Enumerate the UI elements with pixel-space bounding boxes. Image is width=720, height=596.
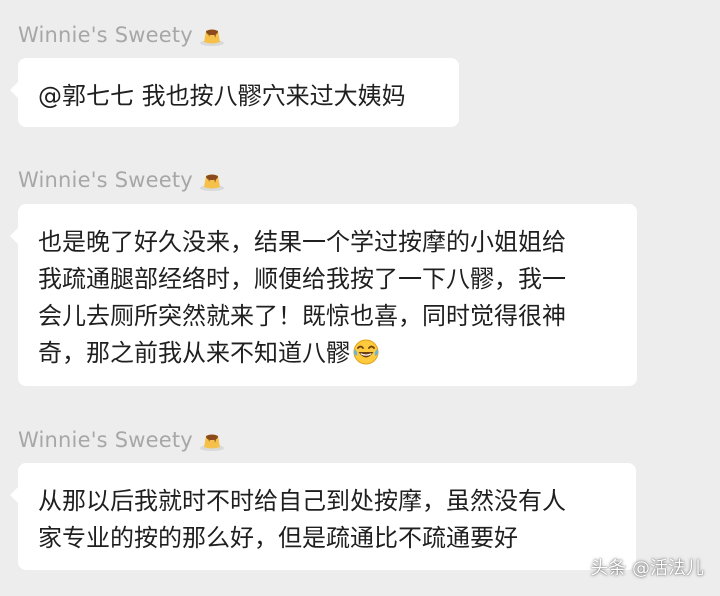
- message-bubble: 从那以后我就时不时给自己到处按摩，虽然没有人 家专业的按的那么好，但是疏通比不疏…: [10, 463, 636, 570]
- message-text: @郭七七 我也按八髎穴来过大姨妈: [38, 82, 406, 110]
- message-text-line: 家专业的按的那么好，但是疏通比不疏通要好: [38, 524, 518, 552]
- message-text-line: 从那以后我就时不时给自己到处按摩，虽然没有人: [38, 487, 566, 515]
- message-text-line: 也是晚了好久没来，结果一个学过按摩的小姐姐给: [38, 228, 566, 256]
- message-bubble: 也是晚了好久没来，结果一个学过按摩的小姐姐给 我疏通腿部经络时，顺便给我按了一下…: [10, 204, 637, 386]
- pudding-icon: [199, 428, 225, 452]
- pudding-icon: [199, 168, 225, 192]
- message-text-line-with-emoji: 奇，那之前我从来不知道八髎: [38, 335, 637, 377]
- message-bubble: @郭七七 我也按八髎穴来过大姨妈: [10, 58, 459, 127]
- message-text-line: 我疏通腿部经络时，顺便给我按了一下八髎，我一: [38, 265, 566, 293]
- laughing-tears-icon: [352, 338, 380, 377]
- sender-name: Winnie's Sweety: [18, 23, 193, 47]
- sender-name: Winnie's Sweety: [18, 168, 193, 192]
- message-text-line: 会儿去厕所突然就来了！既惊也喜，同时觉得很神: [38, 302, 566, 330]
- sender-name-row: Winnie's Sweety: [18, 427, 225, 453]
- watermark: 头条 @活法儿: [590, 558, 704, 579]
- sender-name-row: Winnie's Sweety: [18, 22, 225, 48]
- pudding-icon: [199, 23, 225, 47]
- sender-name: Winnie's Sweety: [18, 428, 193, 452]
- message-text-line: 奇，那之前我从来不知道八髎: [38, 339, 350, 367]
- sender-name-row: Winnie's Sweety: [18, 167, 225, 193]
